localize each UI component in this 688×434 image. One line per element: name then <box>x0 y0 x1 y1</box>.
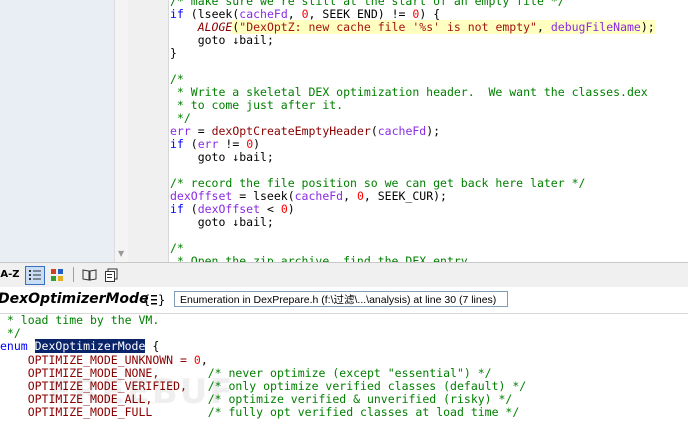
code-token: /* never optimize (except "essential") *… <box>207 365 492 380</box>
properties-icon[interactable] <box>48 266 66 283</box>
code-token: dexOffset <box>170 189 233 203</box>
code-token: , <box>536 20 551 34</box>
code-token: 0 <box>280 202 288 216</box>
code-token: , <box>287 7 302 21</box>
code-token: * Write a skeletal DEX optimization head… <box>170 85 648 99</box>
code-token: ( <box>190 202 198 216</box>
code-token: = <box>190 124 212 138</box>
code-token: goto <box>197 33 233 47</box>
code-token: */ <box>0 326 21 341</box>
code-token: ); <box>640 20 655 34</box>
code-token: cacheFd <box>239 7 288 21</box>
symbol-window-panel <box>0 0 114 262</box>
code-token: enum <box>0 339 35 354</box>
code-token: /* record the file position so we can ge… <box>170 176 586 190</box>
code-token: /* <box>170 72 184 86</box>
scroll-down-arrow-icon[interactable]: ▼ <box>118 249 124 258</box>
code-token: ) { <box>419 7 441 21</box>
code-token: 0 <box>301 7 309 21</box>
code-token: ); <box>426 124 441 138</box>
code-token: dexOptCreateEmptyHeader <box>211 124 371 138</box>
symbol-name: DexOptimizerMode <box>0 291 149 307</box>
code-token: != <box>218 137 247 151</box>
code-token: cacheFd <box>377 124 427 138</box>
code-token: /* <box>170 241 184 255</box>
code-token: /* only optimize verified classes (defau… <box>207 379 527 393</box>
code-token: ( <box>190 7 198 21</box>
source-editor[interactable]: /* make sure we're still at the start of… <box>170 0 682 262</box>
code-token: ↓bail; <box>232 33 274 47</box>
svg-text:{: { <box>143 293 150 307</box>
code-token: */ <box>170 111 191 125</box>
symbol-window-scrollbar[interactable]: ▼ <box>114 0 129 262</box>
code-token: /* fully opt verified classes at load ti… <box>207 405 520 420</box>
categorized-list-icon[interactable] <box>25 266 45 285</box>
code-token: , <box>343 189 357 203</box>
top-code-line: goto ↓bail; <box>170 34 274 47</box>
bottom-code-line: OPTIMIZE_MODE_UNKNOWN = 0, <box>0 352 208 367</box>
code-token: , SEEK_CUR); <box>363 189 447 203</box>
toolbar-separator <box>73 267 74 282</box>
code-token: if <box>170 7 191 21</box>
code-token: goto ↓bail; <box>170 215 274 229</box>
code-token: err <box>170 124 191 138</box>
code-token: goto ↓bail; <box>170 150 274 164</box>
top-code-line: * Open the zip archive, find the DEX ent… <box>170 254 475 263</box>
line-gutter <box>128 0 169 262</box>
code-token: } <box>170 46 177 60</box>
code-token: err <box>197 137 219 151</box>
code-token: if <box>170 202 191 216</box>
code-token: dexOffset <box>197 202 261 216</box>
code-token: * to come just after it. <box>170 98 344 112</box>
enum-icon: { } <box>143 292 165 311</box>
code-token: lseek <box>197 7 233 21</box>
bottom-code-line: */ <box>0 327 21 340</box>
sort-alphabetical-button[interactable]: A-Z <box>0 266 20 283</box>
bottom-code-line: enum DexOptimizerMode { <box>0 339 160 354</box>
code-token: 0 <box>356 189 364 203</box>
top-code-line: goto ↓bail; <box>170 216 274 229</box>
bottom-code-line: * load time by the VM. <box>0 314 159 327</box>
code-token: * Open the zip archive, find the DEX ent… <box>170 254 475 263</box>
code-token: * load time by the VM. <box>0 313 160 327</box>
symbol-toolbar: A-Z <box>0 262 688 288</box>
code-token: ( <box>370 124 378 138</box>
top-code-line: } <box>170 47 177 60</box>
top-code-line: * to come just after it. <box>170 99 343 112</box>
code-token: ( <box>190 137 198 151</box>
code-token: if <box>170 137 191 151</box>
code-token: 0 <box>193 352 201 367</box>
code-token: DexOptimizerMode <box>34 339 146 354</box>
code-token: ALOGE <box>197 20 233 34</box>
code-token: = lseek( <box>232 189 295 203</box>
pages-icon[interactable] <box>102 266 120 283</box>
code-token: debugFileName <box>550 20 641 34</box>
watermark: FREEBUF <box>48 372 235 412</box>
code-token: , <box>200 352 208 367</box>
code-token: ) <box>287 202 295 216</box>
top-code-line: goto ↓bail; <box>170 151 274 164</box>
code-token: cacheFd <box>294 189 344 203</box>
code-token: /* optimize verified & unverified (risky… <box>207 392 513 407</box>
code-token: < <box>260 202 281 216</box>
symbol-location-field[interactable]: Enumeration in DexPrepare.h (f:\过滤\...\a… <box>174 291 508 307</box>
code-token: "DexOptZ: new cache file '%s' is not emp… <box>239 20 537 34</box>
symbol-header: DexOptimizerMode { } Enumeration in DexP… <box>0 287 688 314</box>
svg-text:}: } <box>158 293 165 307</box>
code-token: { <box>145 339 160 354</box>
code-token: OPTIMIZE_MODE_UNKNOWN = <box>0 352 194 367</box>
code-token: ) <box>253 137 261 151</box>
code-token: , SEEK_END) != <box>308 7 413 21</box>
book-icon[interactable] <box>80 266 98 283</box>
